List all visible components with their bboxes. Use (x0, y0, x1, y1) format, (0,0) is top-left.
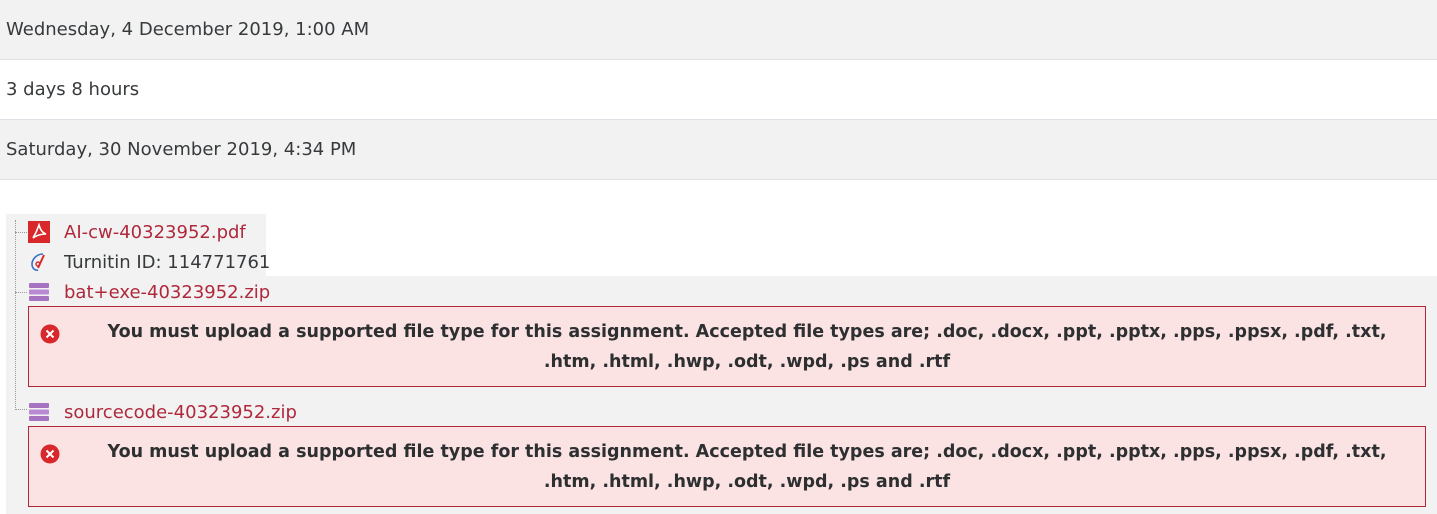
error-alert: You must upload a supported file type fo… (28, 426, 1426, 507)
error-message: You must upload a supported file type fo… (107, 321, 1387, 372)
error-message: You must upload a supported file type fo… (107, 441, 1387, 492)
file-item-pdf: AI-cw-40323952.pdf (28, 218, 246, 246)
time-remaining-row: 3 days 8 hours (0, 60, 1437, 120)
last-modified-row: Saturday, 30 November 2019, 4:34 PM (0, 120, 1437, 180)
turnitin-icon (28, 251, 50, 273)
turnitin-item: Turnitin ID: 114771761 (28, 248, 270, 276)
error-icon (40, 444, 60, 464)
turnitin-id: Turnitin ID: 114771761 (64, 251, 271, 273)
tree-line (15, 220, 16, 410)
due-date-row: Wednesday, 4 December 2019, 1:00 AM (0, 0, 1437, 60)
error-icon (40, 324, 60, 344)
file-link-zip-2[interactable]: sourcecode-40323952.zip (64, 402, 297, 423)
file-submissions: AI-cw-40323952.pdf Turnitin ID: 11477176… (6, 214, 1437, 514)
pdf-icon (28, 221, 50, 243)
due-date-value: Wednesday, 4 December 2019, 1:00 AM (6, 19, 370, 40)
file-item-zip: sourcecode-40323952.zip (28, 398, 297, 426)
archive-icon (28, 401, 50, 423)
file-link-zip-1[interactable]: bat+exe-40323952.zip (64, 282, 270, 303)
file-link-pdf[interactable]: AI-cw-40323952.pdf (64, 222, 246, 243)
file-item-zip: bat+exe-40323952.zip (28, 278, 270, 306)
error-alert: You must upload a supported file type fo… (28, 306, 1426, 387)
time-remaining-value: 3 days 8 hours (6, 79, 140, 100)
last-modified-value: Saturday, 30 November 2019, 4:34 PM (6, 139, 357, 160)
archive-icon (28, 281, 50, 303)
